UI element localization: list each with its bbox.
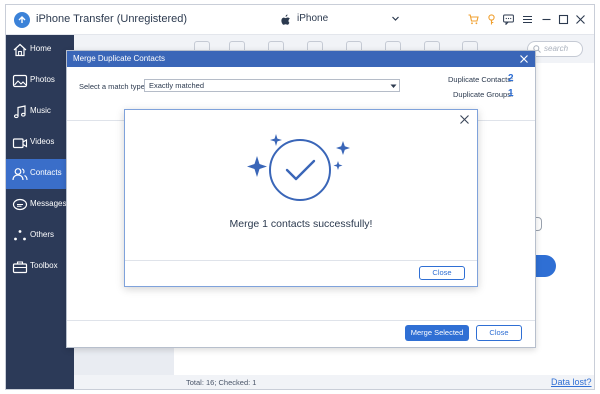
key-icon[interactable]: [486, 14, 497, 25]
contacts-icon: [12, 168, 28, 181]
duplicate-groups-label: Duplicate Groups:: [453, 90, 514, 99]
match-type-select[interactable]: Exactly matched: [144, 79, 400, 92]
match-type-label: Select a match type:: [79, 82, 147, 91]
chevron-down-icon: [390, 84, 397, 88]
sidebar-item-music[interactable]: Music: [6, 97, 74, 127]
music-icon: [13, 105, 26, 119]
sidebar-item-messages[interactable]: Messages: [6, 190, 74, 220]
sidebar-item-toolbox[interactable]: Toolbox: [6, 252, 74, 282]
close-icon[interactable]: [575, 14, 586, 25]
app-logo-icon: [14, 12, 30, 28]
divider: [125, 260, 477, 261]
close-button[interactable]: Close: [476, 325, 522, 341]
others-icon: [14, 230, 26, 241]
dialog-header: Merge Duplicate Contacts: [67, 51, 535, 67]
sidebar-item-contacts[interactable]: Contacts: [6, 159, 74, 189]
divider: [67, 320, 535, 321]
dialog-title: Merge Duplicate Contacts: [73, 54, 166, 63]
search-placeholder: search: [544, 44, 569, 53]
toolbox-icon: [12, 261, 28, 274]
app-window: iPhone Transfer (Unregistered) iPhone Ho…: [5, 4, 595, 390]
sidebar-item-label: Toolbox: [30, 261, 58, 270]
close-icon[interactable]: [519, 54, 529, 64]
sidebar-item-others[interactable]: Others: [6, 221, 74, 251]
close-button[interactable]: Close: [419, 266, 465, 280]
sidebar-item-label: Others: [30, 230, 55, 239]
device-name[interactable]: iPhone: [297, 13, 328, 24]
success-dialog: Merge 1 contacts successfully! Close: [124, 109, 478, 287]
apple-icon: [281, 14, 290, 25]
sidebar-item-label: Videos: [30, 137, 55, 146]
status-bar: Total: 16; Checked: 1 Data lost?: [174, 375, 594, 389]
cart-icon[interactable]: [468, 14, 479, 25]
duplicate-groups-value: 1: [508, 88, 514, 99]
success-check-icon: [247, 134, 350, 201]
duplicate-contacts-value: 2: [508, 73, 514, 84]
chevron-down-icon[interactable]: [391, 14, 400, 23]
data-lost-link[interactable]: Data lost?: [551, 377, 592, 387]
minimize-icon[interactable]: [541, 14, 552, 25]
menu-icon[interactable]: [522, 14, 533, 25]
videos-icon: [12, 138, 28, 149]
app-title: iPhone Transfer (Unregistered): [36, 13, 188, 25]
match-type-value: Exactly matched: [149, 81, 205, 90]
sidebar: Home Photos Music Videos Contacts Messag…: [6, 35, 74, 389]
chat-icon[interactable]: [503, 14, 514, 25]
sidebar-item-label: Home: [30, 44, 52, 53]
maximize-icon[interactable]: [558, 14, 569, 25]
success-message: Merge 1 contacts successfully!: [229, 218, 373, 230]
duplicate-contacts-label: Duplicate Contacts:: [448, 75, 514, 84]
sidebar-item-videos[interactable]: Videos: [6, 128, 74, 158]
home-icon: [13, 43, 27, 57]
sidebar-item-label: Contacts: [30, 168, 62, 177]
photos-icon: [12, 74, 28, 88]
status-text: Total: 16; Checked: 1: [186, 378, 257, 387]
title-bar: iPhone Transfer (Unregistered) iPhone: [6, 5, 594, 35]
sidebar-item-label: Photos: [30, 75, 55, 84]
messages-icon: [12, 198, 28, 211]
close-icon[interactable]: [459, 114, 470, 125]
sidebar-item-label: Messages: [30, 199, 67, 208]
sidebar-item-label: Music: [30, 106, 51, 115]
merge-selected-button[interactable]: Merge Selected: [405, 325, 469, 341]
sidebar-item-home[interactable]: Home: [6, 35, 74, 65]
sidebar-item-photos[interactable]: Photos: [6, 66, 74, 96]
